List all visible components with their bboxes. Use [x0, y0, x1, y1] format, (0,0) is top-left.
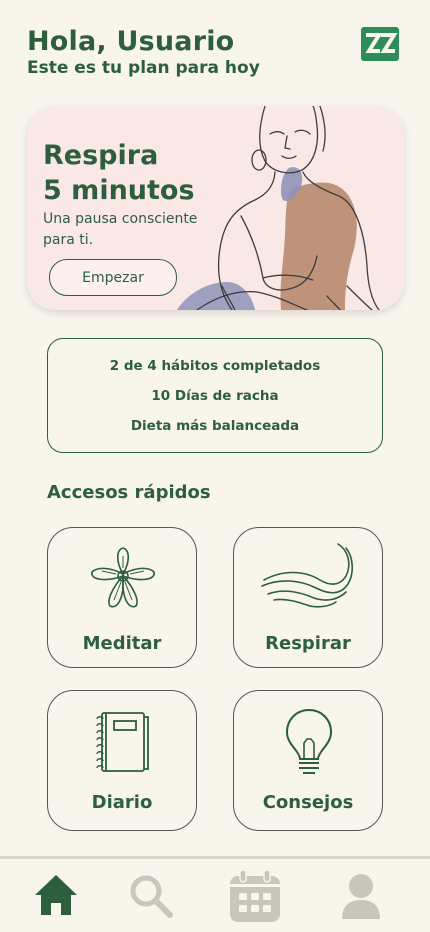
greeting-subtitle: Este es tu plan para hoy: [27, 58, 260, 78]
hero-title-line2: 5 minutos: [43, 175, 195, 206]
wind-icon: [261, 543, 354, 608]
hero-title: Respira 5 minutos: [43, 138, 213, 208]
notebook-icon: [96, 712, 149, 772]
breathing-hero-card[interactable]: Respira 5 minutos Una pausa consciente p…: [27, 106, 404, 310]
meditate-tile[interactable]: Meditar: [47, 527, 197, 668]
hero-title-line1: Respira: [43, 140, 159, 171]
start-button[interactable]: Empezar: [49, 259, 177, 296]
zz-logo-icon[interactable]: [361, 27, 399, 61]
breathe-tile[interactable]: Respirar: [233, 527, 383, 668]
diet-text: Dieta más balanceada: [130, 417, 300, 434]
streak-text: 10 Días de racha: [151, 387, 279, 404]
lightbulb-icon: [285, 708, 333, 774]
search-icon[interactable]: [128, 873, 174, 919]
hero-description: Una pausa consciente para ti.: [43, 211, 198, 248]
flower-icon: [91, 547, 155, 608]
quick-access-title: Accesos rápidos: [47, 482, 211, 503]
greeting-title: Hola, Usuario: [27, 26, 235, 57]
tips-tile[interactable]: Consejos: [233, 690, 383, 831]
daily-stats-card: 2 de 4 hábitos completados 10 Días de ra…: [47, 338, 383, 453]
bottom-navigation: [0, 856, 430, 932]
calendar-icon[interactable]: [228, 870, 282, 924]
meditate-label: Meditar: [82, 633, 162, 654]
profile-icon[interactable]: [340, 873, 382, 919]
journal-label: Diario: [91, 792, 153, 813]
header: Hola, Usuario Este es tu plan para hoy: [27, 26, 260, 78]
home-icon[interactable]: [33, 873, 79, 917]
tips-label: Consejos: [262, 792, 354, 813]
journal-tile[interactable]: Diario: [47, 690, 197, 831]
breathe-label: Respirar: [265, 633, 351, 654]
habits-progress-text: 2 de 4 hábitos completados: [109, 357, 321, 374]
